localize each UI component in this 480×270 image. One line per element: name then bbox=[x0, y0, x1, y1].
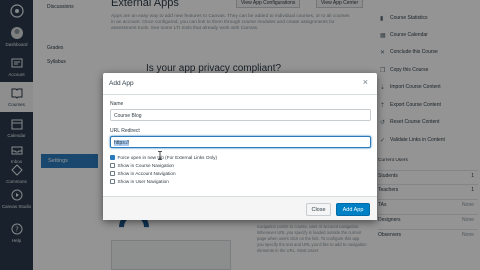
checkbox-label: Force open in new tab (For External Link… bbox=[117, 155, 218, 160]
name-value: Course Blog bbox=[114, 113, 142, 119]
checkbox-label: Show in Course Navigation bbox=[117, 163, 175, 168]
name-label: Name bbox=[110, 101, 124, 107]
add-app-button[interactable]: Add App bbox=[336, 203, 370, 216]
user-navigation-checkbox[interactable]: Show in User Navigation bbox=[110, 179, 169, 184]
url-label: URL Redirect bbox=[110, 128, 140, 134]
dialog-footer: Close Add App bbox=[103, 196, 377, 220]
checkbox-checked-icon bbox=[110, 155, 115, 160]
checkbox-icon bbox=[110, 179, 115, 184]
force-new-tab-checkbox[interactable]: Force open in new tab (For External Link… bbox=[110, 155, 217, 160]
text-cursor-icon bbox=[157, 147, 163, 160]
checkbox-label: Show in Account Navigation bbox=[117, 171, 176, 176]
close-icon[interactable]: × bbox=[363, 78, 368, 87]
course-navigation-checkbox[interactable]: Show in Course Navigation bbox=[110, 163, 174, 168]
checkbox-icon bbox=[110, 163, 115, 168]
dialog-title: Add App bbox=[109, 80, 134, 87]
url-redirect-field[interactable]: https:// bbox=[110, 136, 371, 148]
name-field[interactable]: Course Blog bbox=[110, 109, 371, 121]
checkbox-label: Show in User Navigation bbox=[117, 179, 169, 184]
add-app-dialog: Add App × Name Course Blog URL Redirect … bbox=[103, 73, 377, 220]
account-navigation-checkbox[interactable]: Show in Account Navigation bbox=[110, 171, 176, 176]
url-value: https:// bbox=[114, 140, 130, 146]
close-button[interactable]: Close bbox=[306, 203, 331, 216]
checkbox-icon bbox=[110, 171, 115, 176]
dialog-header: Add App × bbox=[103, 73, 377, 95]
